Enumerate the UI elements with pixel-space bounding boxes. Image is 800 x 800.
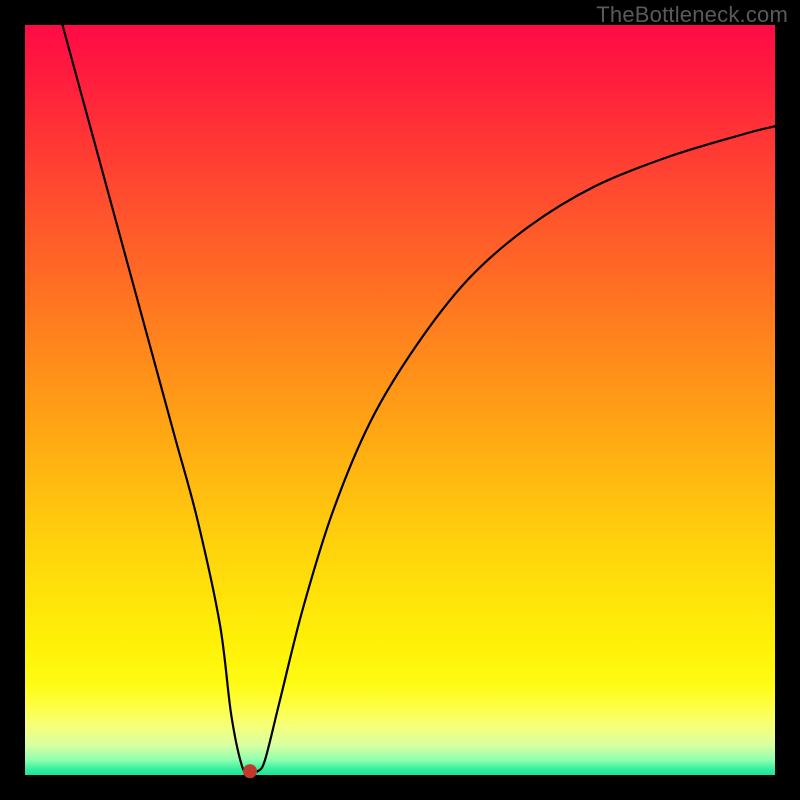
watermark-text: TheBottleneck.com: [596, 2, 788, 28]
plot-svg: [25, 25, 775, 775]
plot-area: [25, 25, 775, 775]
bottleneck-curve: [63, 25, 776, 773]
chart-frame: TheBottleneck.com: [0, 0, 800, 800]
minimum-marker: [243, 764, 257, 778]
